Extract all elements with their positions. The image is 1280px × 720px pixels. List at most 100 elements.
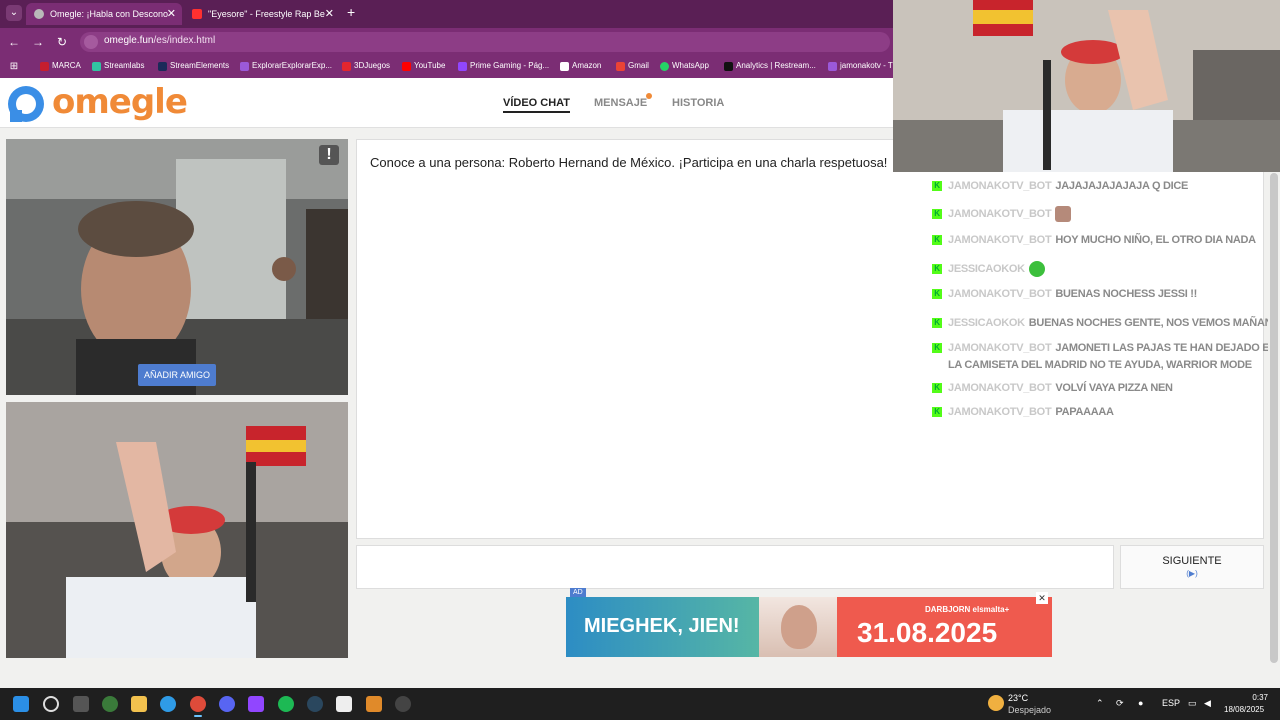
youtube-icon [192, 9, 202, 19]
apps-icon[interactable]: ⊞ [6, 59, 22, 75]
ad-title: MIEGHEK, JIEN! [584, 615, 740, 637]
twitch-icon[interactable] [248, 696, 264, 712]
marca-icon [40, 62, 49, 71]
chat-message: Kjamonakotv_bot BUENAS NOCHESS JESSI !! [932, 288, 1197, 300]
bookmark-jamonakotv[interactable]: jamonakotv - T [828, 61, 893, 71]
bookmark-youtube[interactable]: YouTube [402, 61, 445, 71]
xbox-icon[interactable] [102, 696, 118, 712]
nav-mensaje[interactable]: MENSAJE [594, 97, 647, 109]
chevron-up-icon[interactable]: ⌃ [1096, 698, 1104, 709]
restream-icon [724, 62, 733, 71]
globe-icon [34, 9, 44, 19]
prime-gaming-icon [458, 62, 467, 71]
weather-temperature: 23°C [1008, 693, 1029, 703]
chat-message-continued: LA CAMISETA DEL MADRID NO TE AYUDA, WARR… [948, 359, 1252, 371]
omegle-logo[interactable]: omegle [52, 82, 188, 122]
new-tab-button[interactable]: + [347, 4, 355, 20]
notification-dot [646, 93, 652, 99]
url-input[interactable]: omegle.fun/es/index.html [80, 32, 890, 52]
stranger-video-frame [6, 139, 348, 395]
chat-message: Kjessicaokok [932, 261, 1045, 277]
bookmark-prime-gaming[interactable]: Prime Gaming - Pág... [458, 61, 549, 71]
weather-description: Despejado [1008, 705, 1052, 715]
microphone-icon[interactable]: ● [1138, 698, 1143, 708]
nav-historia[interactable]: HISTORIA [672, 97, 724, 109]
chat-message: Kjamonakotv_bot JAMONETI LAS PAJAS TE HAN… [932, 342, 1268, 354]
sync-icon[interactable]: ⟳ [1116, 698, 1124, 709]
kick-badge-icon: K [932, 318, 942, 328]
bookmark-3djuegos[interactable]: 3DJuegos [342, 61, 390, 71]
streamlabs-icon [92, 62, 101, 71]
bookmark-explorar[interactable]: ExplorarExplorarExp... [240, 61, 332, 71]
app-icon[interactable] [366, 696, 382, 712]
back-button[interactable]: ← [6, 34, 22, 50]
discord-icon[interactable] [219, 696, 235, 712]
amazon-icon [560, 62, 569, 71]
bookmark-whatsapp[interactable]: WhatsApp [660, 61, 709, 71]
kick-badge-icon: K [932, 209, 942, 219]
chat-message: Kjamonakotv_bot JAJAJAJAJAJAJA Q DICE [932, 180, 1188, 192]
kick-badge-icon: K [932, 264, 942, 274]
bookmark-icon [240, 62, 249, 71]
search-icon[interactable] [43, 696, 59, 712]
youtube-icon [402, 62, 411, 71]
ad-close-button[interactable]: ✕ [1036, 592, 1048, 604]
spotify-icon[interactable] [278, 696, 294, 712]
chrome-icon[interactable] [190, 696, 206, 717]
bookmark-streamelements[interactable]: StreamElements [158, 61, 229, 71]
streamer-webcam [893, 0, 1280, 172]
capcut-icon[interactable] [336, 696, 352, 712]
whatsapp-icon [660, 62, 669, 71]
streamelements-icon [158, 62, 167, 71]
self-video-frame [6, 402, 348, 658]
kick-badge-icon: K [932, 407, 942, 418]
bookmark-analytics[interactable]: Analytics | Restream... [724, 61, 816, 71]
clock-time[interactable]: 0:37 [1248, 693, 1268, 702]
chat-message: Kjamonakotv_bot [932, 206, 1072, 222]
omegle-logo-icon[interactable] [6, 84, 46, 124]
edge-icon[interactable] [160, 696, 176, 712]
language-indicator[interactable]: ESP [1162, 698, 1180, 708]
windows-start-icon[interactable] [13, 696, 29, 712]
steam-icon[interactable] [307, 696, 323, 712]
bookmark-amazon[interactable]: Amazon [560, 61, 601, 71]
chat-intro-text: Conoce a una persona: Roberto Hernand de… [370, 155, 888, 170]
bookmark-gmail[interactable]: Gmail [616, 61, 649, 71]
forward-button[interactable]: → [30, 34, 46, 50]
ad-banner[interactable]: MIEGHEK, JIEN! DARBJORN elsmalta+ 31.08.… [566, 597, 1052, 657]
nav-video-chat[interactable]: VÍDEO CHAT [503, 97, 571, 113]
tab-omegle[interactable]: Omegle: ¡Habla con Descono ✕ [26, 3, 182, 25]
close-tab-icon[interactable]: ✕ [325, 3, 334, 25]
close-tab-icon[interactable]: ✕ [167, 3, 176, 25]
tab-youtube[interactable]: "Eyesore" - Freestyle Rap Be ✕ [184, 3, 340, 25]
volume-icon[interactable]: ◀ [1204, 698, 1211, 709]
chat-message: Kjamonakotv_bot HOY MUCHO NIÑO, EL OTRO D… [932, 234, 1256, 246]
ad-date: 31.08.2025 [857, 617, 998, 648]
self-video [6, 402, 348, 658]
file-explorer-icon[interactable] [131, 696, 147, 712]
chat-message: Kjamonakotv_bot PAPAAAAA [932, 406, 1114, 418]
play-icon: (▶) [1186, 569, 1198, 578]
stream-chat-overlay: Kjamonakotv_bot JAJAJAJAJAJAJA Q DICE Kja… [926, 172, 1268, 442]
chat-message-input[interactable] [356, 545, 1114, 589]
webcam-frame [893, 0, 1280, 172]
bookmark-icon [828, 62, 837, 71]
weather-moon-icon[interactable] [988, 695, 1004, 711]
kick-badge-icon: K [932, 235, 942, 246]
bookmark-marca[interactable]: MARCA [40, 61, 81, 71]
obs-icon[interactable] [395, 696, 411, 712]
site-info-icon[interactable] [84, 35, 98, 49]
network-icon[interactable]: ▭ [1188, 698, 1197, 709]
report-button[interactable]: ! [319, 145, 339, 165]
page-scrollbar[interactable] [1270, 173, 1278, 663]
clock-date[interactable]: 18/08/2025 [1224, 705, 1264, 714]
photo-emote-icon [1055, 206, 1072, 222]
stranger-video: ! AÑADIR AMIGO [6, 139, 348, 395]
task-view-icon[interactable] [73, 696, 89, 712]
tab-search-icon[interactable]: ⌄ [6, 5, 22, 21]
kick-badge-icon: K [932, 383, 942, 394]
next-button[interactable]: SIGUIENTE (▶) [1120, 545, 1264, 589]
reload-button[interactable]: ↻ [54, 34, 70, 50]
add-friend-button[interactable]: AÑADIR AMIGO [138, 364, 216, 386]
bookmark-streamlabs[interactable]: Streamlabs [92, 61, 144, 71]
